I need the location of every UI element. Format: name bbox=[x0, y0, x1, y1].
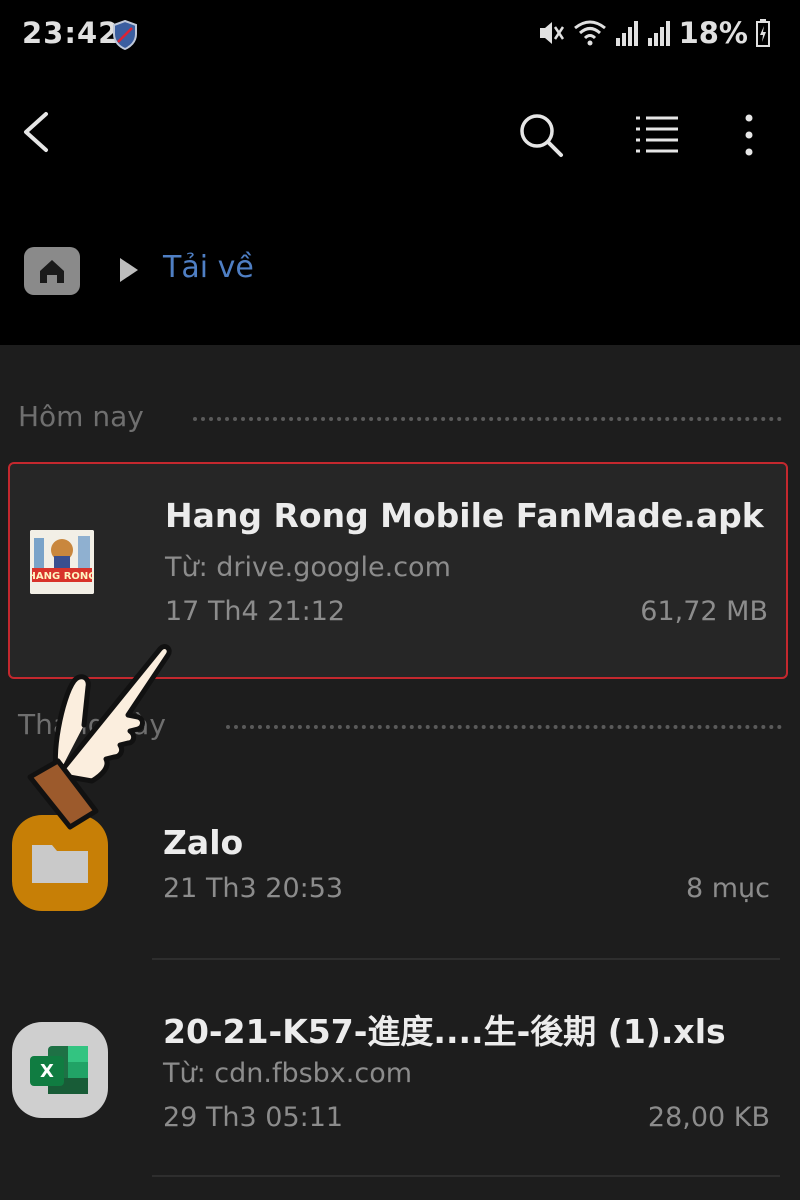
search-icon[interactable] bbox=[516, 110, 566, 160]
folder-item-count: 8 mục bbox=[685, 873, 770, 904]
section-divider bbox=[226, 725, 782, 729]
file-source: Từ: cdn.fbsbx.com bbox=[163, 1058, 413, 1089]
home-icon bbox=[40, 260, 64, 283]
breadcrumb-current[interactable]: Tải về bbox=[163, 250, 254, 285]
file-size: 28,00 KB bbox=[647, 1102, 770, 1133]
wifi-icon bbox=[573, 20, 606, 46]
status-time: 23:42 bbox=[22, 16, 120, 50]
battery-icon bbox=[756, 19, 770, 47]
battery-percent: 18% bbox=[678, 16, 748, 50]
section-header-today: Hôm nay bbox=[18, 400, 782, 440]
list-divider bbox=[152, 958, 780, 960]
excel-letter: X bbox=[40, 1061, 54, 1082]
file-name[interactable]: 20-21-K57-進度....生-後期 (1).xls bbox=[163, 1005, 726, 1053]
file-name: Hang Rong Mobile FanMade.apk bbox=[165, 496, 764, 535]
vpn-shield-icon bbox=[113, 20, 137, 50]
breadcrumb-arrow-icon bbox=[120, 258, 138, 282]
back-arrow-icon[interactable] bbox=[18, 110, 54, 154]
list-view-icon[interactable] bbox=[632, 110, 682, 160]
app-toolbar bbox=[0, 95, 800, 175]
list-divider bbox=[152, 1175, 780, 1177]
file-source: Từ: drive.google.com bbox=[165, 552, 451, 583]
file-date: 17 Th4 21:12 bbox=[165, 596, 346, 627]
file-date: 29 Th3 05:11 bbox=[163, 1102, 344, 1133]
signal-icon bbox=[647, 21, 670, 46]
folder-date: 21 Th3 20:53 bbox=[163, 873, 344, 904]
home-button[interactable] bbox=[24, 247, 80, 295]
signal-icon bbox=[615, 21, 638, 46]
breadcrumb: Tải về bbox=[0, 240, 800, 300]
excel-icon: X bbox=[30, 1046, 88, 1094]
section-label: Hôm nay bbox=[18, 400, 144, 433]
more-vert-icon[interactable] bbox=[724, 110, 774, 160]
apk-thumbnail: HANG RONG bbox=[30, 530, 94, 594]
mute-icon bbox=[539, 22, 564, 44]
status-bar: 23:42 18% bbox=[0, 0, 800, 70]
pointing-hand-icon bbox=[27, 644, 172, 830]
excel-tile[interactable]: X bbox=[12, 1022, 108, 1118]
section-divider bbox=[193, 417, 782, 421]
file-size: 61,72 MB bbox=[640, 596, 768, 627]
apk-thumb-text: HANG RONG bbox=[30, 571, 94, 582]
